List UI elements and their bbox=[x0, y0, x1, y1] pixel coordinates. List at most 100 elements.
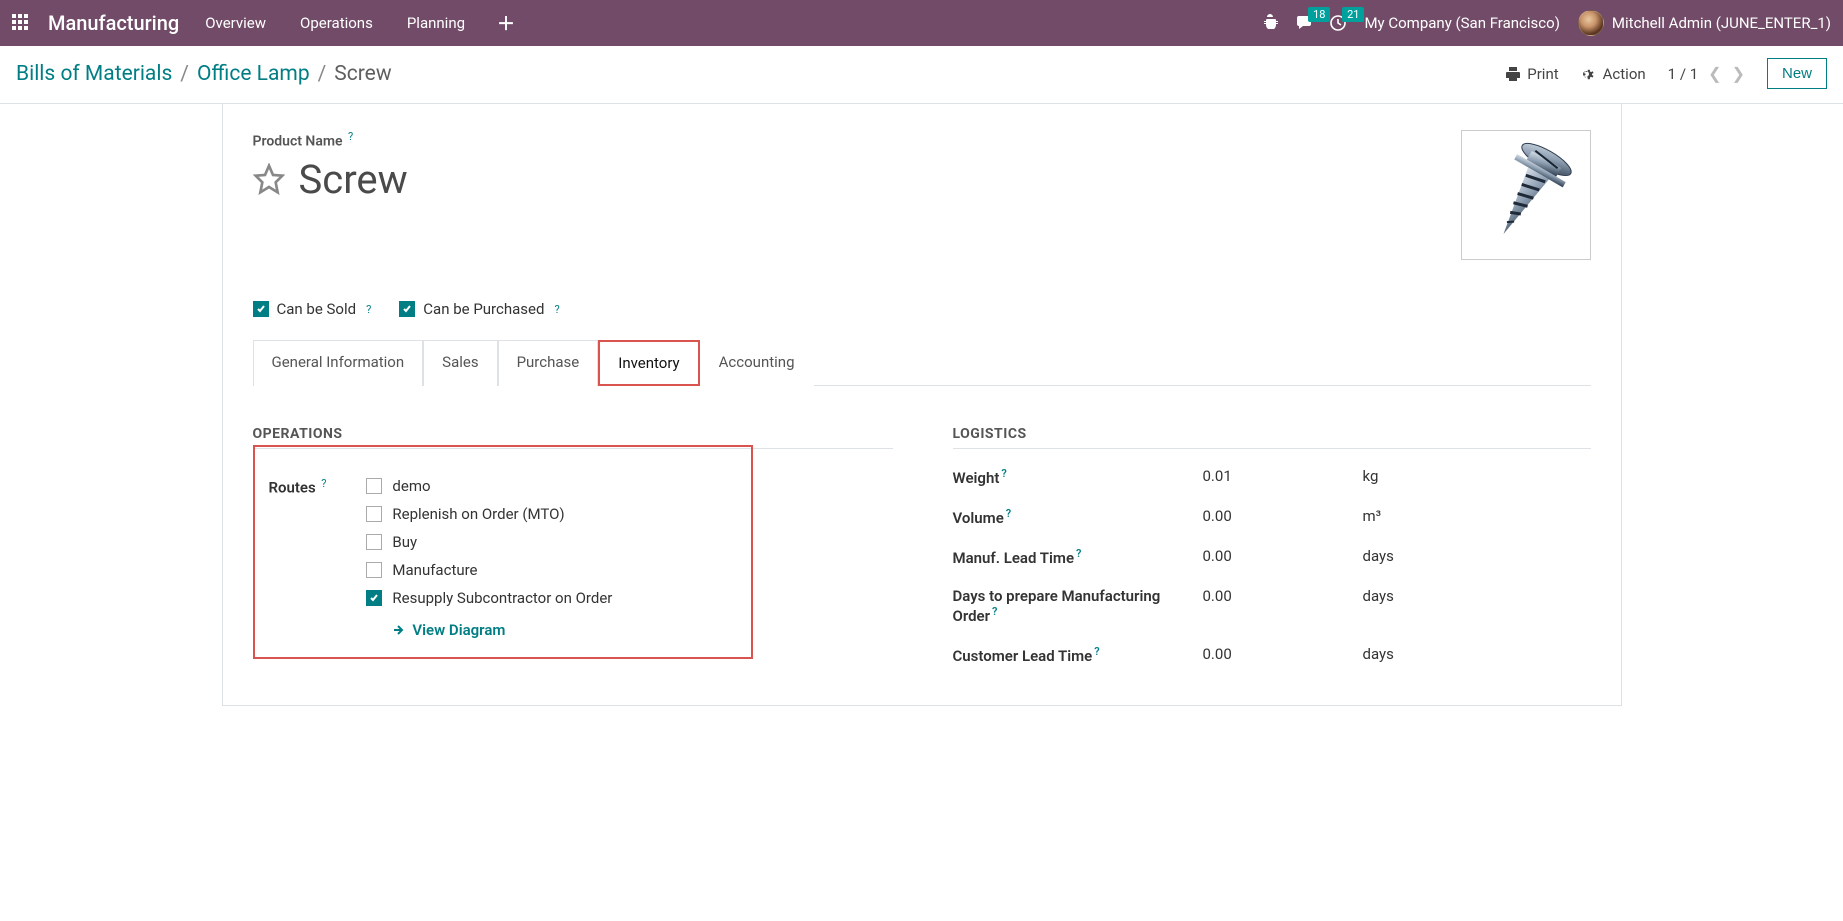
checkbox-icon bbox=[366, 506, 382, 522]
logistics-title: LOGISTICS bbox=[953, 426, 1591, 449]
app-brand[interactable]: Manufacturing bbox=[48, 11, 179, 35]
pager: 1 / 1 ❮ ❯ bbox=[1668, 64, 1745, 83]
nav-plus-icon[interactable]: ＋ bbox=[491, 10, 521, 36]
breadcrumb-current: Screw bbox=[334, 62, 391, 86]
tab-purchase[interactable]: Purchase bbox=[498, 340, 599, 386]
log-unit: days bbox=[1363, 645, 1394, 663]
log-value[interactable]: 0.00 bbox=[1203, 507, 1363, 525]
navbar-left: Manufacturing Overview Operations Planni… bbox=[12, 8, 1262, 38]
can-be-purchased-check[interactable]: Can be Purchased ? bbox=[399, 300, 559, 318]
tab-accounting[interactable]: Accounting bbox=[700, 340, 814, 386]
print-button[interactable]: Print bbox=[1505, 65, 1558, 83]
nav-overview[interactable]: Overview bbox=[197, 8, 274, 38]
route-resupply-subcontractor[interactable]: Resupply Subcontractor on Order bbox=[366, 589, 612, 607]
view-diagram-link[interactable]: View Diagram bbox=[392, 621, 612, 639]
route-buy[interactable]: Buy bbox=[366, 533, 612, 551]
log-value[interactable]: 0.00 bbox=[1203, 645, 1363, 663]
log-value[interactable]: 0.00 bbox=[1203, 547, 1363, 565]
checkbox-icon bbox=[253, 301, 269, 317]
checkbox-icon bbox=[399, 301, 415, 317]
help-icon[interactable]: ? bbox=[321, 477, 326, 490]
product-name-label: Product Name ? bbox=[253, 130, 1461, 150]
tab-sales[interactable]: Sales bbox=[423, 340, 497, 386]
nav-operations[interactable]: Operations bbox=[292, 8, 381, 38]
log-value[interactable]: 0.00 bbox=[1203, 587, 1363, 605]
routes-highlight: Routes ? demo Replenish on Order (MTO) bbox=[253, 445, 753, 659]
route-label: Buy bbox=[392, 533, 417, 551]
messaging-icon[interactable]: 18 bbox=[1296, 15, 1312, 31]
form-wrap: Product Name ? Screw bbox=[182, 104, 1662, 706]
can-be-sold-check[interactable]: Can be Sold ? bbox=[253, 300, 372, 318]
checkbox-icon bbox=[366, 590, 382, 606]
breadcrumb-office-lamp[interactable]: Office Lamp bbox=[197, 62, 310, 86]
route-demo[interactable]: demo bbox=[366, 477, 612, 495]
pager-text: 1 / 1 bbox=[1668, 65, 1699, 83]
route-label: demo bbox=[392, 477, 430, 495]
product-title-row: Screw bbox=[253, 156, 1461, 203]
pager-next-icon[interactable]: ❯ bbox=[1732, 64, 1745, 83]
routes-label-wrap: Routes ? bbox=[269, 477, 327, 639]
routes-block: Routes ? demo Replenish on Order (MTO) bbox=[269, 477, 737, 639]
routes-label: Routes bbox=[269, 479, 316, 497]
logistics-row-volume: Volume? 0.00 m³ bbox=[953, 507, 1591, 527]
screw-icon bbox=[1476, 140, 1576, 250]
help-icon[interactable]: ? bbox=[1001, 467, 1006, 480]
help-icon[interactable]: ? bbox=[348, 130, 353, 143]
product-image[interactable] bbox=[1461, 130, 1591, 260]
action-button[interactable]: Action bbox=[1581, 65, 1646, 83]
title-left: Product Name ? Screw bbox=[253, 130, 1461, 203]
action-label: Action bbox=[1603, 65, 1646, 83]
company-selector[interactable]: My Company (San Francisco) bbox=[1364, 14, 1559, 32]
pager-prev-icon[interactable]: ❮ bbox=[1708, 64, 1721, 83]
help-icon[interactable]: ? bbox=[1006, 507, 1011, 520]
breadcrumb-sep: / bbox=[180, 62, 189, 86]
help-icon[interactable]: ? bbox=[992, 605, 997, 618]
checkbox-icon bbox=[366, 478, 382, 494]
log-unit: kg bbox=[1363, 467, 1379, 485]
help-icon[interactable]: ? bbox=[1094, 645, 1099, 658]
can-be-sold-label: Can be Sold bbox=[277, 300, 357, 318]
route-replenish-mto[interactable]: Replenish on Order (MTO) bbox=[366, 505, 612, 523]
route-label: Manufacture bbox=[392, 561, 477, 579]
breadcrumb: Bills of Materials / Office Lamp / Screw bbox=[16, 62, 392, 86]
new-button[interactable]: New bbox=[1767, 58, 1827, 89]
user-menu[interactable]: Mitchell Admin (JUNE_ENTER_1) bbox=[1578, 10, 1831, 36]
logistics-row-manuf-lead: Manuf. Lead Time? 0.00 days bbox=[953, 547, 1591, 567]
title-block: Product Name ? Screw bbox=[253, 130, 1591, 260]
apps-icon[interactable] bbox=[12, 14, 30, 32]
can-be-purchased-label: Can be Purchased bbox=[423, 300, 544, 318]
check-row: Can be Sold ? Can be Purchased ? bbox=[253, 300, 1591, 318]
route-manufacture[interactable]: Manufacture bbox=[366, 561, 612, 579]
breadcrumb-bom[interactable]: Bills of Materials bbox=[16, 62, 172, 86]
help-icon[interactable]: ? bbox=[1076, 547, 1081, 560]
avatar bbox=[1578, 10, 1604, 36]
activities-icon[interactable]: 21 bbox=[1330, 15, 1346, 31]
print-label: Print bbox=[1527, 65, 1558, 83]
form-sheet: Product Name ? Screw bbox=[222, 104, 1622, 706]
control-panel-right: Print Action 1 / 1 ❮ ❯ New bbox=[1505, 58, 1827, 89]
log-value[interactable]: 0.01 bbox=[1203, 467, 1363, 485]
arrow-right-icon bbox=[392, 623, 406, 637]
log-label: Days to prepare Manufacturing Order? bbox=[953, 587, 1203, 625]
help-icon[interactable]: ? bbox=[366, 303, 371, 316]
route-label: Replenish on Order (MTO) bbox=[392, 505, 564, 523]
logistics-row-weight: Weight? 0.01 kg bbox=[953, 467, 1591, 487]
activities-badge: 21 bbox=[1342, 7, 1364, 22]
tabs: General Information Sales Purchase Inven… bbox=[253, 340, 1591, 386]
route-label: Resupply Subcontractor on Order bbox=[392, 589, 612, 607]
checkbox-icon bbox=[366, 562, 382, 578]
product-name[interactable]: Screw bbox=[299, 156, 408, 203]
log-label: Manuf. Lead Time? bbox=[953, 547, 1203, 567]
help-icon[interactable]: ? bbox=[554, 303, 559, 316]
tab-general-information[interactable]: General Information bbox=[253, 340, 424, 386]
log-unit: days bbox=[1363, 547, 1394, 565]
bug-icon[interactable] bbox=[1262, 13, 1278, 33]
nav-planning[interactable]: Planning bbox=[399, 8, 473, 38]
favorite-star-icon[interactable] bbox=[253, 163, 285, 195]
tab-inventory[interactable]: Inventory bbox=[598, 340, 699, 386]
view-diagram-label: View Diagram bbox=[412, 621, 505, 639]
tab-content-inventory: OPERATIONS Routes ? demo bbox=[253, 386, 1591, 665]
log-unit: m³ bbox=[1363, 507, 1382, 525]
log-label: Customer Lead Time? bbox=[953, 645, 1203, 665]
logistics-row-customer-lead: Customer Lead Time? 0.00 days bbox=[953, 645, 1591, 665]
